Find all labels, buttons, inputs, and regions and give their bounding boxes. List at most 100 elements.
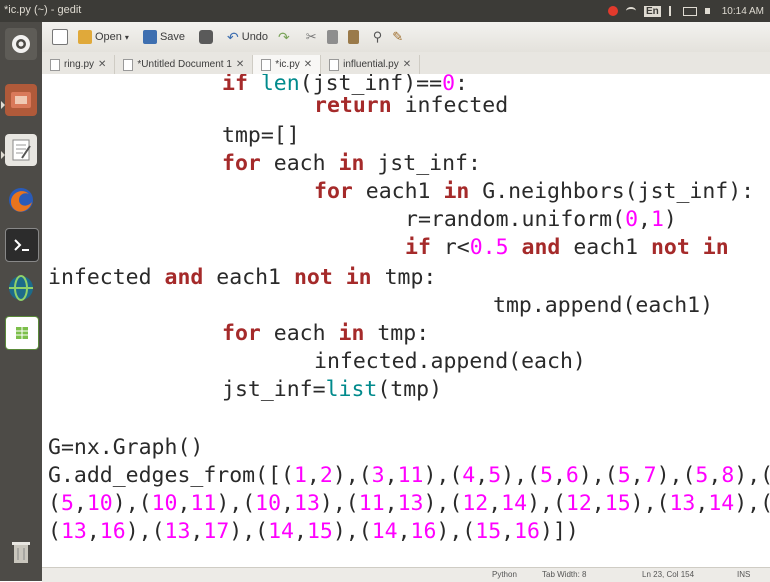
- record-icon[interactable]: [607, 6, 618, 16]
- trash-icon[interactable]: [5, 536, 37, 568]
- tab-untitled-document-1[interactable]: *Untitled Document 1 ✕: [115, 55, 254, 74]
- code-line[interactable]: tmp=[]: [222, 122, 300, 150]
- save-label: Save: [159, 31, 186, 43]
- tab-bar: ring.py ✕ *Untitled Document 1 ✕ *ic.py …: [42, 52, 770, 75]
- code-token: ,: [695, 491, 709, 516]
- code-line[interactable]: infected.append(each): [314, 348, 586, 376]
- insert-mode: INS: [737, 570, 751, 579]
- paste-button[interactable]: [347, 30, 359, 44]
- code-line[interactable]: G.add_edges_from([(1,2),(3,11),(4,5),(5,…: [48, 462, 770, 490]
- code-token: 1: [293, 463, 307, 488]
- code-token: len: [260, 74, 300, 96]
- code-token: each: [273, 321, 339, 346]
- tab-ring-py[interactable]: ring.py ✕: [42, 55, 116, 74]
- code-line[interactable]: for each in jst_inf:: [222, 150, 481, 178]
- code-line[interactable]: for each1 in G.neighbors(jst_inf):: [314, 178, 754, 206]
- undo-button[interactable]: ↶ Undo: [227, 29, 268, 46]
- close-icon[interactable]: ✕: [304, 59, 312, 70]
- battery-icon[interactable]: [682, 6, 697, 16]
- firefox-icon[interactable]: [5, 184, 37, 216]
- code-line[interactable]: for each in tmp:: [222, 320, 429, 348]
- code-token: tmp:: [377, 321, 430, 346]
- tab-label: influential.py: [343, 59, 399, 70]
- code-token: ,: [501, 519, 515, 544]
- copy-button[interactable]: [326, 30, 338, 44]
- code-token: 13: [60, 519, 87, 544]
- new-document-button[interactable]: [52, 29, 68, 45]
- print-button[interactable]: [199, 30, 214, 44]
- keyboard-language-indicator[interactable]: En: [643, 5, 661, 17]
- code-token: ),(: [319, 491, 359, 516]
- code-token: ,: [294, 519, 307, 544]
- code-token: ),(: [423, 491, 463, 516]
- terminal-icon[interactable]: [5, 228, 39, 262]
- code-line[interactable]: r=random.uniform(0,1): [405, 206, 677, 234]
- code-token: ): [663, 207, 677, 232]
- bluetooth-icon[interactable]: [668, 6, 675, 16]
- volume-icon[interactable]: [704, 8, 714, 14]
- tab-width-selector[interactable]: Tab Width: 8: [542, 570, 586, 579]
- code-line[interactable]: if r<0.5 and each1 not in: [405, 234, 729, 262]
- code-token: 3: [371, 463, 385, 488]
- code-line[interactable]: (13,16),(13,17),(14,15),(14,16),(15,16)]…: [48, 518, 579, 546]
- code-line[interactable]: (5,10),(10,11),(10,13),(11,13),(12,14),(…: [48, 490, 770, 518]
- document-icon: [261, 58, 272, 71]
- code-token: 14: [501, 491, 528, 516]
- code-token: 17: [203, 519, 230, 544]
- files-icon[interactable]: [5, 84, 37, 116]
- open-button[interactable]: Open ▾: [78, 30, 129, 44]
- cut-button[interactable]: ✂: [306, 29, 317, 45]
- tab-label: *Untitled Document 1: [137, 59, 232, 70]
- code-token: 12: [565, 491, 592, 516]
- language-selector[interactable]: Python: [492, 570, 517, 579]
- code-token: 0: [625, 207, 639, 232]
- code-token: tmp.append(each1): [493, 293, 714, 318]
- code-line[interactable]: jst_inf=list(tmp): [222, 376, 442, 404]
- code-token: if: [222, 74, 261, 96]
- code-token: 1: [650, 207, 664, 232]
- code-token: 5: [617, 463, 631, 488]
- code-token: ),(: [656, 463, 696, 488]
- save-button[interactable]: Save: [142, 30, 186, 44]
- code-token: ,: [488, 491, 502, 516]
- code-editor[interactable]: if len(jst_inf)==0: return infected tmp=[]…: [42, 74, 770, 567]
- tab-influential-py[interactable]: influential.py ✕: [321, 55, 421, 74]
- launcher: [0, 22, 43, 581]
- redo-button[interactable]: ↷: [278, 29, 290, 46]
- code-token: ,: [190, 519, 204, 544]
- redo-icon: ↷: [278, 28, 290, 45]
- spreadsheet-icon[interactable]: [5, 316, 39, 350]
- code-token: 10: [255, 491, 282, 516]
- code-line[interactable]: return infected: [314, 92, 508, 120]
- code-token: ),(: [734, 491, 770, 516]
- code-token: ,: [397, 519, 411, 544]
- chevron-down-icon[interactable]: ▾: [125, 33, 129, 42]
- code-token: (: [48, 491, 61, 516]
- code-line[interactable]: tmp.append(each1): [493, 292, 713, 320]
- text-editor-icon[interactable]: [5, 134, 37, 166]
- search-button[interactable]: ⚲: [373, 29, 383, 45]
- system-tray: En 10:14 AM: [607, 3, 764, 19]
- code-token: each1: [216, 265, 294, 290]
- code-token: G.neighbors(jst_inf):: [482, 179, 755, 204]
- clock[interactable]: 10:14 AM: [722, 6, 764, 17]
- code-token: for: [314, 179, 366, 204]
- dash-home-icon[interactable]: [5, 28, 37, 60]
- close-icon[interactable]: ✕: [236, 59, 244, 70]
- code-line[interactable]: G=nx.Graph(): [48, 434, 203, 462]
- browser-globe-icon[interactable]: [5, 272, 37, 304]
- close-icon[interactable]: ✕: [403, 59, 411, 70]
- code-token: 13: [397, 491, 424, 516]
- replace-button[interactable]: ✎: [392, 29, 403, 45]
- code-line[interactable]: infected and each1 not in tmp:: [48, 264, 436, 292]
- close-icon[interactable]: ✕: [98, 59, 106, 70]
- code-token: ,: [86, 519, 100, 544]
- code-token: 0.5: [469, 235, 509, 260]
- code-token: each1: [573, 235, 651, 260]
- tab-label: ring.py: [64, 59, 95, 70]
- code-token: 5: [540, 463, 553, 488]
- tab-ic-py[interactable]: *ic.py ✕: [253, 55, 322, 74]
- wifi-icon[interactable]: [625, 7, 636, 15]
- code-token: ,: [552, 463, 566, 488]
